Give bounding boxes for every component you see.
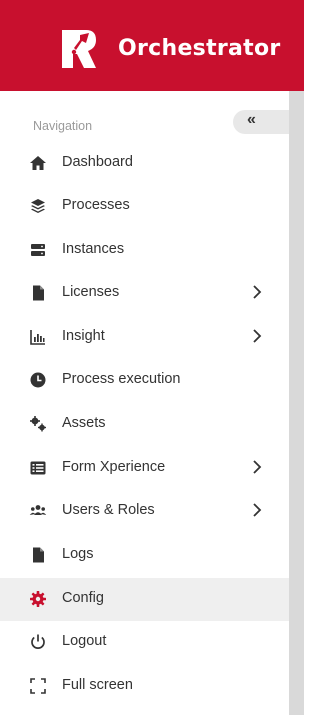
chevron-right-icon <box>253 503 262 517</box>
collapse-sidebar-button[interactable]: « <box>233 110 289 134</box>
sidebar-item-users-roles[interactable]: Users & Roles <box>0 490 289 533</box>
sidebar-item-insight[interactable]: Insight <box>0 316 289 359</box>
navigation-label: Navigation <box>33 119 93 133</box>
sidebar: Navigation « Dashboard Processes Instanc… <box>0 91 289 715</box>
sidebar-item-label: Instances <box>62 241 125 257</box>
file-icon <box>33 547 44 563</box>
sidebar-item-label: Assets <box>62 415 106 431</box>
sidebar-item-label: Logs <box>62 546 94 562</box>
chevron-right-icon <box>253 460 262 474</box>
sidebar-item-full-screen[interactable]: Full screen <box>0 665 289 708</box>
sidebar-item-label: Config <box>62 590 104 606</box>
sidebar-item-label: Users & Roles <box>62 502 155 518</box>
home-icon <box>30 156 46 170</box>
users-icon <box>29 505 47 515</box>
gears-icon <box>30 416 46 432</box>
file-icon <box>33 285 44 301</box>
sidebar-item-assets[interactable]: Assets <box>0 403 289 446</box>
sidebar-item-label: Process execution <box>62 371 181 387</box>
sidebar-item-instances[interactable]: Instances <box>0 229 289 272</box>
sidebar-item-config[interactable]: Config <box>0 578 289 621</box>
double-chevron-left-icon: « <box>247 111 256 128</box>
expand-icon <box>30 678 46 694</box>
sidebar-item-processes[interactable]: Processes <box>0 185 289 228</box>
sidebar-item-dashboard[interactable]: Dashboard <box>0 142 289 185</box>
sidebar-item-label: Form Xperience <box>62 459 166 475</box>
gear-icon <box>30 591 46 607</box>
chevron-right-icon <box>253 329 262 343</box>
list-form-icon <box>30 461 46 475</box>
clock-icon <box>30 372 46 388</box>
sidebar-item-label: Processes <box>62 197 130 213</box>
layers-icon <box>31 199 45 213</box>
sidebar-item-logout[interactable]: Logout <box>0 621 289 664</box>
sidebar-item-licenses[interactable]: Licenses <box>0 272 289 315</box>
content-scroll-area <box>289 91 304 715</box>
sidebar-item-label: Licenses <box>62 284 120 300</box>
orchestrator-logo <box>62 30 96 68</box>
sidebar-item-label: Insight <box>62 328 105 344</box>
bar-chart-icon <box>30 330 45 345</box>
app-header: Orchestrator <box>0 0 304 91</box>
sidebar-item-process-execution[interactable]: Process execution <box>0 359 289 402</box>
sidebar-item-label: Dashboard <box>62 154 133 170</box>
power-icon <box>31 634 45 649</box>
server-icon <box>31 244 45 256</box>
app-title: Orchestrator <box>118 36 281 61</box>
sidebar-item-label: Full screen <box>62 677 133 693</box>
sidebar-item-logs[interactable]: Logs <box>0 534 289 577</box>
sidebar-item-form-xperience[interactable]: Form Xperience <box>0 447 289 490</box>
sidebar-item-label: Logout <box>62 633 107 649</box>
chevron-right-icon <box>253 285 262 299</box>
